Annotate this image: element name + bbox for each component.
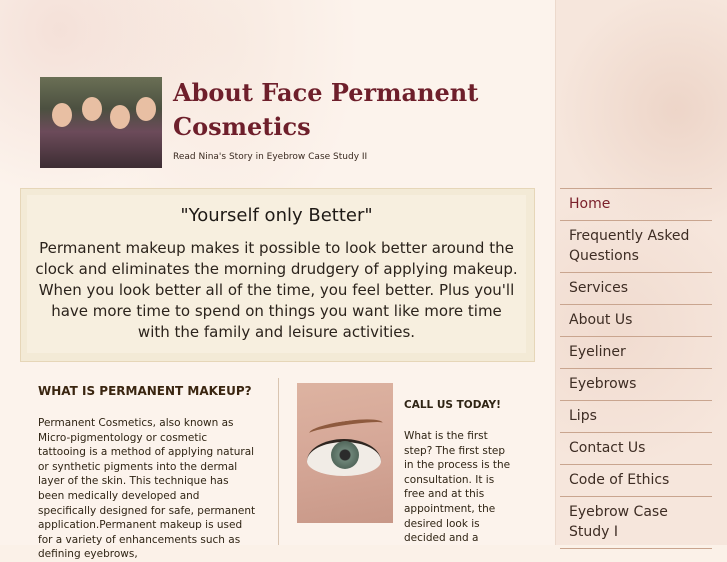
column-divider bbox=[278, 378, 279, 545]
nav-item-home[interactable]: Home bbox=[560, 189, 712, 221]
eye-photo bbox=[297, 383, 393, 523]
section-title: WHAT IS PERMANENT MAKEUP? bbox=[38, 384, 252, 398]
call-title: CALL US TODAY! bbox=[404, 399, 501, 411]
nav-item-services[interactable]: Services bbox=[560, 273, 712, 305]
nav-item-eyebrows[interactable]: Eyebrows bbox=[560, 369, 712, 401]
section-text: Permanent Cosmetics, also known as Micro… bbox=[38, 417, 256, 561]
call-text: What is the first step? The first step i… bbox=[404, 430, 511, 545]
nav-item-code-of-ethics[interactable]: Code of Ethics bbox=[560, 465, 712, 497]
group-photo bbox=[40, 77, 162, 168]
nav-item-eyeliner[interactable]: Eyeliner bbox=[560, 337, 712, 369]
nav-item-about-us[interactable]: About Us bbox=[560, 305, 712, 337]
banner-text: Permanent makeup makes it possible to lo… bbox=[35, 239, 518, 341]
nav-item-faq[interactable]: Frequently Asked Questions bbox=[560, 221, 712, 273]
nav-item-contact-us[interactable]: Contact Us bbox=[560, 433, 712, 465]
banner-heading: "Yourself only Better" bbox=[180, 205, 373, 226]
site-title: About Face Permanent Cosmetics bbox=[173, 78, 479, 141]
main-nav: Home Frequently Asked Questions Services… bbox=[560, 188, 712, 549]
case-study-link[interactable]: Read Nina's Story in Eyebrow Case Study … bbox=[173, 152, 367, 162]
nav-item-lips[interactable]: Lips bbox=[560, 401, 712, 433]
nav-item-eyebrow-case-study[interactable]: Eyebrow Case Study I bbox=[560, 497, 712, 549]
